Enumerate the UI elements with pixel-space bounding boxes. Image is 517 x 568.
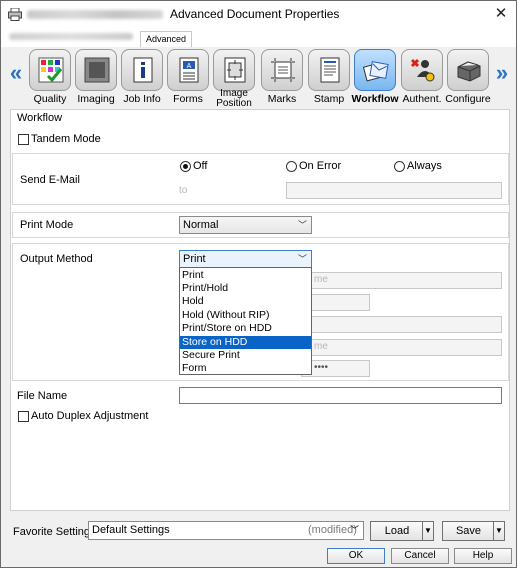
marks-icon (261, 49, 303, 91)
dropdown-option-print-hold[interactable]: Print/Hold (180, 282, 311, 295)
auto-duplex-label: Auto Duplex Adjustment (31, 410, 149, 422)
scroll-right-arrow[interactable]: » (495, 61, 509, 85)
tandem-mode-checkbox[interactable] (18, 134, 29, 145)
iconbar-label-configure: Configure (445, 93, 491, 105)
dropdown-option-form[interactable]: Form (180, 362, 311, 375)
iconbar-item-configure[interactable]: Configure (445, 49, 491, 109)
tandem-mode-label: Tandem Mode (31, 133, 101, 145)
printer-icon (8, 8, 22, 21)
print-mode-value: Normal (183, 219, 219, 231)
configure-icon (447, 49, 489, 91)
print-mode-label: Print Mode (20, 219, 74, 231)
favorite-setting-value: Default Settings (92, 524, 170, 536)
send-email-to-label: to (179, 185, 188, 196)
output-method-label: Output Method (20, 253, 93, 265)
help-button[interactable]: Help (454, 548, 512, 564)
hidden-name-field-4[interactable]: me (301, 339, 502, 356)
hidden-name-field-1[interactable]: me (301, 272, 502, 289)
chevron-down-icon: ﹀ (297, 220, 307, 230)
save-dropdown-arrow-icon[interactable]: ▼ (493, 522, 504, 540)
dropdown-option-hold[interactable]: Hold (180, 295, 311, 308)
dropdown-option-print-store-on-hdd[interactable]: Print/Store on HDD (180, 322, 311, 335)
dropdown-option-hold-without-rip[interactable]: Hold (Without RIP) (180, 309, 311, 322)
advanced-document-properties-window: Advanced Document Properties ✕ Advanced … (0, 0, 517, 568)
send-email-to-field[interactable] (286, 182, 502, 199)
save-button[interactable]: Save (443, 522, 494, 540)
chevron-down-icon: ﹀ (349, 525, 359, 535)
file-name-label: File Name (17, 390, 68, 402)
auto-duplex-checkbox[interactable] (18, 411, 29, 422)
ok-button[interactable]: OK (327, 548, 385, 564)
job-info-icon (121, 49, 163, 91)
send-email-on-error-radio[interactable] (286, 161, 297, 172)
print-mode-select[interactable]: Normal ﹀ (179, 216, 312, 234)
send-email-off-radio[interactable] (180, 161, 191, 172)
close-button[interactable]: ✕ (491, 4, 511, 24)
output-method-select[interactable]: Print ﹀ (179, 250, 312, 268)
file-name-field[interactable] (179, 387, 502, 404)
dropdown-option-store-on-hdd[interactable]: Store on HDD (180, 335, 311, 349)
tab-printer-blurred[interactable] (9, 33, 133, 40)
image-position-icon (213, 49, 255, 91)
load-button[interactable]: Load (371, 522, 423, 540)
send-email-label: Send E-Mail (20, 174, 80, 186)
quality-icon (29, 49, 71, 91)
send-email-on-error-label: On Error (299, 160, 342, 172)
forms-icon: A (167, 49, 209, 91)
output-method-dropdown-list[interactable]: Print Print/Hold Hold Hold (Without RIP)… (179, 267, 312, 375)
dropdown-option-secure-print[interactable]: Secure Print (180, 349, 311, 362)
dropdown-option-print[interactable]: Print (180, 269, 311, 282)
chevron-down-icon: ﹀ (297, 254, 307, 264)
title-bar: Advanced Document Properties ✕ (1, 1, 516, 29)
hidden-name-fragment-2: me (314, 341, 328, 352)
authent-icon (401, 49, 443, 91)
imaging-icon (75, 49, 117, 91)
iconbar-item-forms[interactable]: A Forms (165, 49, 211, 109)
output-method-value: Print (183, 253, 206, 265)
hidden-field-3[interactable] (301, 316, 502, 333)
svg-text:A: A (187, 63, 192, 70)
title-printer-name-blurred (27, 10, 163, 19)
workflow-icon (354, 49, 396, 91)
hidden-password-fragment: •••• (314, 362, 329, 373)
iconbar-label-forms: Forms (173, 93, 203, 105)
send-email-always-label: Always (407, 160, 442, 172)
save-split-button[interactable]: Save ▼ (442, 521, 505, 541)
tab-advanced[interactable]: Advanced (140, 31, 193, 47)
workflow-section-title: Workflow (17, 112, 63, 124)
load-dropdown-arrow-icon[interactable]: ▼ (422, 522, 433, 540)
cancel-button[interactable]: Cancel (391, 548, 449, 564)
send-email-off-label: Off (193, 160, 208, 172)
send-email-always-radio[interactable] (394, 161, 405, 172)
scroll-left-arrow[interactable]: « (9, 61, 23, 85)
load-split-button[interactable]: Load ▼ (370, 521, 434, 541)
hidden-name-fragment-1: me (314, 274, 328, 285)
favorite-setting-select[interactable]: Default Settings (modified) ﹀ (88, 521, 364, 540)
stamp-icon (308, 49, 350, 91)
window-title: Advanced Document Properties (170, 7, 340, 21)
favorite-setting-label: Favorite Setting (13, 526, 91, 538)
